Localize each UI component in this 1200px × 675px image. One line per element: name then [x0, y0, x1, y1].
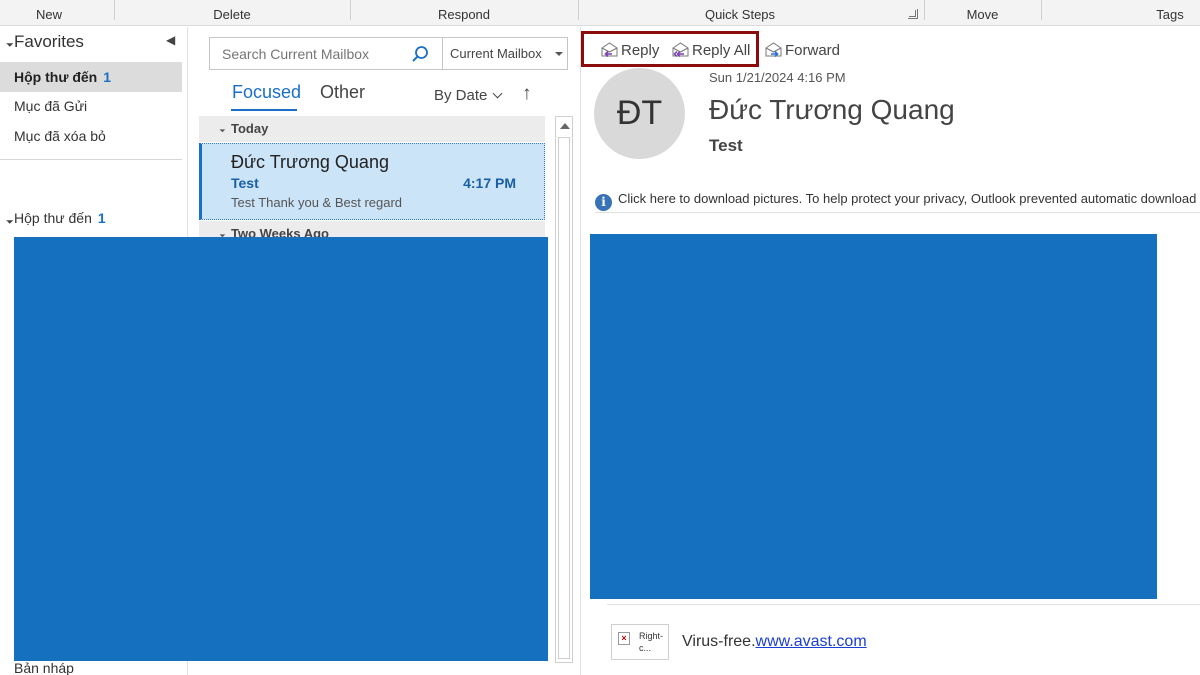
folder-item-sent[interactable]: Mục đã Gửi [0, 91, 182, 121]
infobar-text: Click here to download pictures. To help… [618, 191, 1200, 206]
folder-item-inbox[interactable]: Hộp thư đến 1 [0, 62, 182, 92]
sort-direction-icon[interactable]: ↑ [522, 83, 532, 105]
folder-label: Hộp thư đến [14, 210, 92, 226]
favorites-divider [0, 159, 182, 160]
message-subject: Test [231, 175, 259, 191]
reply-all-label: Reply All [692, 42, 751, 59]
message-sender: Đức Trương Quang [231, 152, 389, 172]
scroll-up-icon[interactable] [560, 123, 570, 129]
tab-active-indicator [231, 109, 297, 111]
search-box: Current Mailbox [209, 37, 568, 70]
reply-label: Reply [621, 42, 660, 59]
ribbon-group-new: New [35, 7, 62, 22]
chevron-down-icon [555, 52, 563, 56]
forward-label: Forward [785, 42, 841, 59]
signature-label: Virus-free. [682, 633, 756, 650]
ribbon-separator [1041, 0, 1042, 20]
favorites-header[interactable]: Favorites [14, 32, 84, 52]
download-pictures-infobar[interactable]: i Click here to download pictures. To hel… [595, 191, 1200, 213]
quick-steps-launcher-icon[interactable] [908, 9, 918, 19]
message-date: Sun 1/21/2024 4:16 PM [709, 70, 846, 85]
folder-label: Mục đã Gửi [14, 98, 88, 114]
search-scope-label: Current Mailbox [450, 46, 542, 61]
reply-all-icon [672, 42, 689, 58]
unread-count: 1 [103, 69, 112, 85]
tab-focused[interactable]: Focused [232, 82, 301, 103]
chevron-down-icon [492, 88, 503, 99]
broken-image[interactable]: × Right-c... [611, 624, 669, 660]
search-scope-dropdown[interactable]: Current Mailbox [442, 38, 569, 69]
forward-button[interactable]: Forward [764, 41, 840, 59]
account-folder-inbox[interactable]: Hộp thư đến 1 [14, 210, 106, 226]
reply-button[interactable]: Reply [600, 41, 659, 59]
folder-label: Hộp thư đến [14, 69, 98, 85]
message-item[interactable]: Đức Trương Quang Test 4:17 PM Test Thank… [199, 143, 545, 220]
avatar[interactable]: ĐT [594, 68, 685, 159]
message-list-scrollbar[interactable] [555, 116, 573, 663]
ribbon-group-respond: Respond [437, 7, 491, 22]
group-header-today[interactable]: Today [199, 116, 545, 142]
signature-divider [607, 604, 1200, 605]
redacted-body [590, 234, 1157, 599]
scrollbar-thumb[interactable] [558, 137, 570, 659]
message-time: 4:17 PM [463, 175, 516, 191]
message-preview: Test Thank you & Best regard [231, 195, 403, 210]
search-icon[interactable] [411, 45, 429, 63]
ribbon-group-delete: Delete [213, 7, 251, 22]
sort-label: By Date [434, 87, 488, 104]
account-expand-icon[interactable] [2, 213, 14, 224]
info-icon: i [595, 194, 612, 211]
forward-icon [765, 42, 782, 58]
sort-by-dropdown[interactable]: By Date [434, 87, 503, 104]
redacted-region [14, 237, 548, 661]
message-from[interactable]: Đức Trương Quang [709, 94, 955, 126]
reply-icon [601, 42, 618, 58]
signature-text: Virus-free.www.avast.com [682, 633, 867, 651]
broken-image-icon: × [618, 632, 630, 645]
signature-link[interactable]: www.avast.com [756, 633, 867, 650]
broken-image-alt-text: Right-c... [639, 631, 664, 653]
ribbon-group-tags: Tags [1156, 7, 1184, 22]
ribbon-group-labels: New Delete Respond Quick Steps Move Tags [0, 0, 1200, 26]
unread-count: 1 [97, 210, 106, 226]
folder-item-deleted[interactable]: Mục đã xóa bỏ [0, 121, 182, 151]
ribbon-group-move: Move [966, 7, 999, 22]
favorites-expand-icon[interactable] [2, 36, 14, 47]
reply-all-button[interactable]: Reply All [671, 41, 750, 59]
folder-item-drafts[interactable]: Bản nháp [14, 660, 74, 675]
ribbon-group-quick-steps: Quick Steps [704, 7, 776, 22]
folder-label: Mục đã xóa bỏ [14, 128, 106, 144]
tab-other[interactable]: Other [320, 82, 365, 103]
collapse-pane-icon[interactable]: ◀ [166, 33, 175, 47]
reading-pane: Reply Reply All Forward Sun 1/21/2024 4:… [580, 27, 1200, 675]
message-subject-header: Test [709, 136, 743, 155]
search-input[interactable] [210, 38, 442, 69]
